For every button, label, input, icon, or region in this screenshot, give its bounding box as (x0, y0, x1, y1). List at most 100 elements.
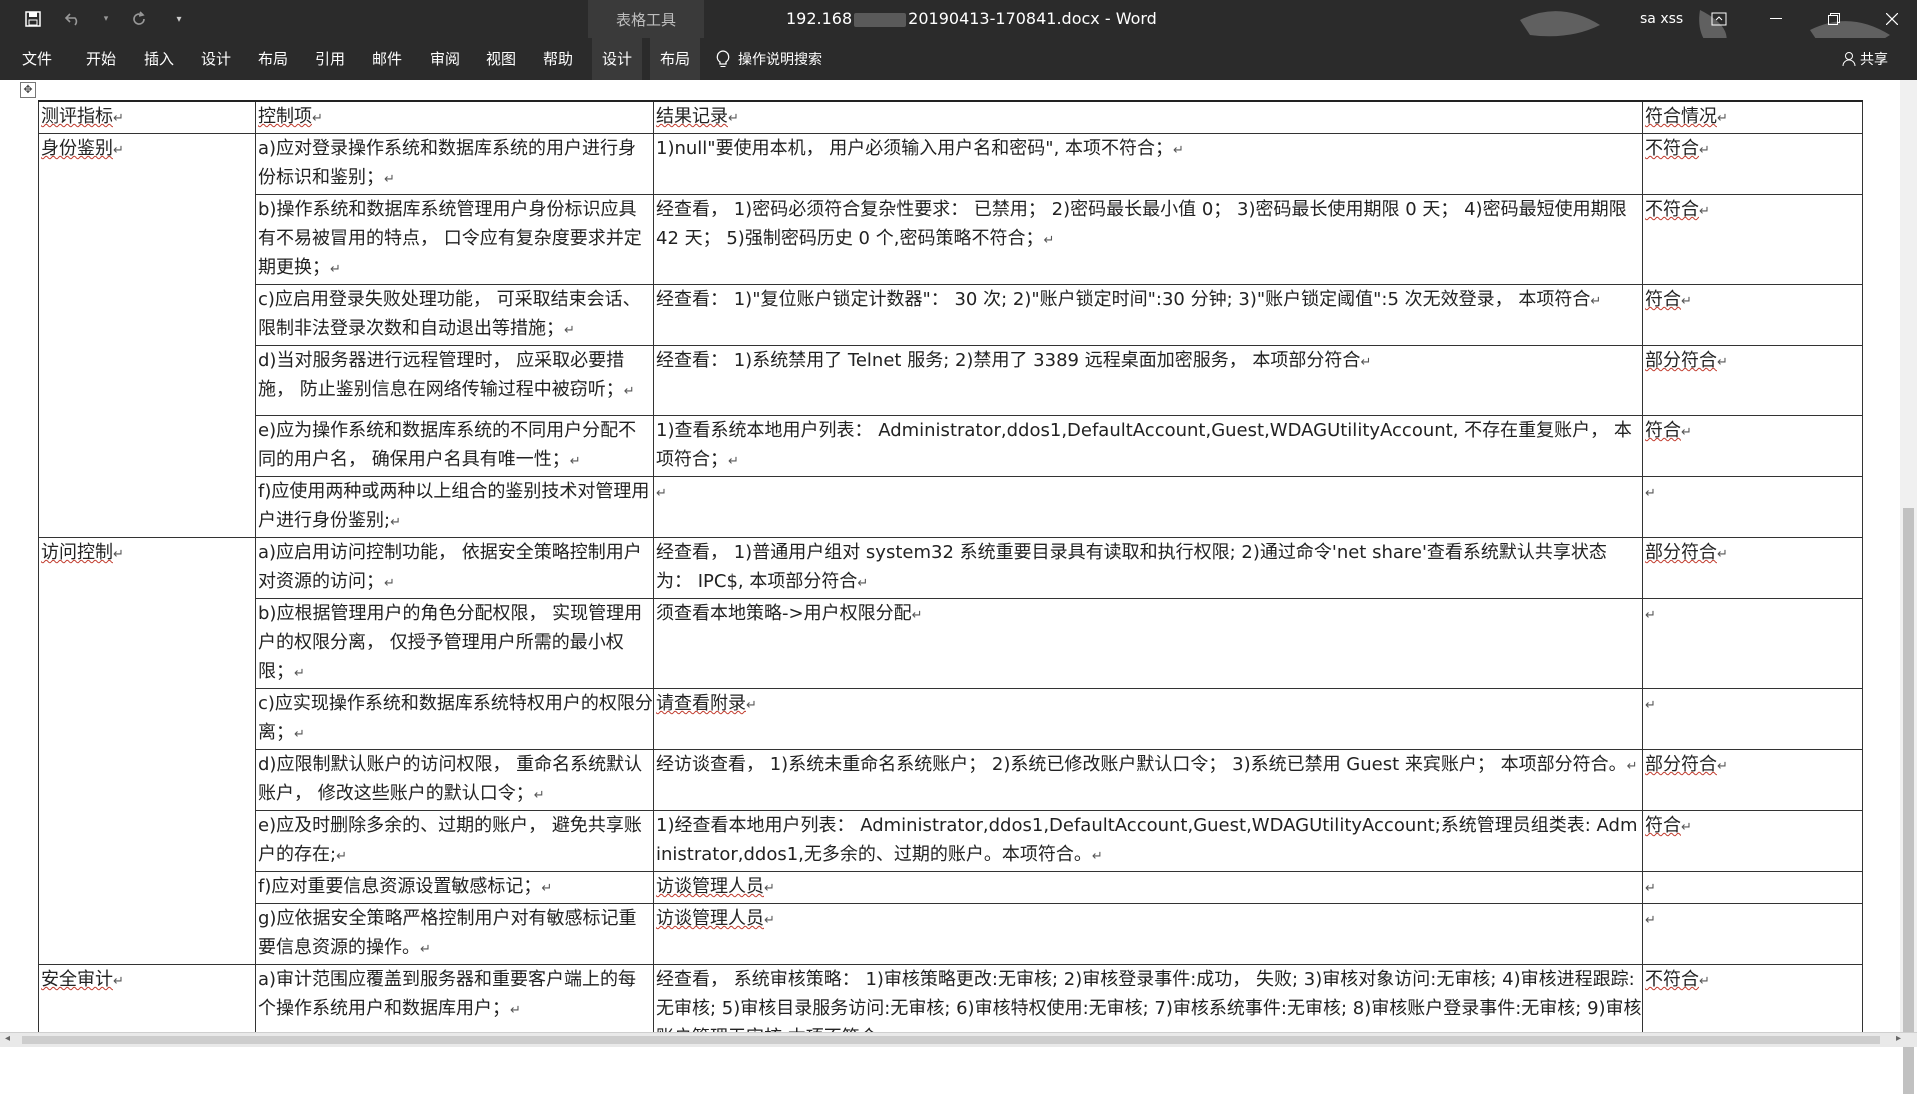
tab-references[interactable]: 引用 (315, 38, 345, 80)
category-cell[interactable]: 访问控制↵ (38, 537, 256, 965)
status-cell[interactable]: ↵ (1642, 688, 1863, 750)
category-cell-text: 访问控制 (41, 542, 113, 563)
result-cell[interactable]: 经查看： 1)"复位账户锁定计数器"： 30 次; 2)"账户锁定时间":30 … (653, 284, 1643, 346)
paragraph-mark-icon: ↵ (384, 576, 395, 591)
header-cell[interactable]: 测评指标↵ (38, 100, 256, 134)
tab-file[interactable]: 文件 (22, 38, 52, 80)
result-cell[interactable]: 1)null"要使用本机， 用户必须输入用户名和密码", 本项不符合；↵ (653, 133, 1643, 195)
control-cell[interactable]: f)应对重要信息资源设置敏感标记；↵ (255, 871, 654, 904)
vertical-scrollbar[interactable] (1900, 80, 1917, 1094)
tab-table-layout[interactable]: 布局 (650, 38, 701, 80)
tab-layout[interactable]: 布局 (258, 38, 288, 80)
status-cell[interactable]: 不符合↵ (1642, 194, 1863, 285)
status-cell[interactable]: ↵ (1642, 598, 1863, 689)
tab-home[interactable]: 开始 (86, 38, 116, 80)
undo-icon[interactable] (62, 8, 84, 30)
table-move-handle-icon[interactable]: ✥ (20, 82, 36, 98)
user-name[interactable]: sa xss (1640, 0, 1683, 38)
status-cell[interactable]: 不符合↵ (1642, 964, 1863, 1032)
result-cell[interactable]: 经查看， 1)普通用户组对 system32 系统重要目录具有读取和执行权限; … (653, 537, 1643, 599)
control-cell[interactable]: d)应限制默认账户的访问权限， 重命名系统默认账户， 修改这些账户的默认口令；↵ (255, 749, 654, 811)
control-cell-text: g)应依据安全策略严格控制用户对有敏感标记重要信息资源的操作。 (258, 908, 637, 958)
control-cell[interactable]: g)应依据安全策略严格控制用户对有敏感标记重要信息资源的操作。↵ (255, 903, 654, 965)
status-cell[interactable]: ↵ (1642, 903, 1863, 965)
status-cell[interactable]: 部分符合↵ (1642, 537, 1863, 599)
result-cell[interactable]: 经查看： 1)系统禁用了 Telnet 服务; 2)禁用了 3389 远程桌面加… (653, 345, 1643, 416)
control-cell[interactable]: b)操作系统和数据库系统管理用户身份标识应具有不易被冒用的特点， 口令应有复杂度… (255, 194, 654, 285)
result-cell[interactable]: 须查看本地策略->用户权限分配↵ (653, 598, 1643, 689)
result-cell[interactable]: 经查看， 1)密码必须符合复杂性要求： 已禁用； 2)密码最长最小值 0； 3)… (653, 194, 1643, 285)
category-cell[interactable]: 身份鉴别↵ (38, 133, 256, 538)
status-cell[interactable]: 部分符合↵ (1642, 749, 1863, 811)
category-cell-text: 身份鉴别 (41, 138, 113, 159)
status-cell[interactable]: ↵ (1642, 476, 1863, 538)
table-row: f)应使用两种或两种以上组合的鉴别技术对管理用户进行身份鉴别;↵ ↵ ↵ (39, 476, 1863, 538)
control-cell[interactable]: b)应根据管理用户的角色分配权限， 实现管理用户的权限分离， 仅授予管理用户所需… (255, 598, 654, 689)
redo-icon[interactable] (128, 8, 150, 30)
header-cell[interactable]: 控制项↵ (255, 100, 654, 134)
category-cell-text: 安全审计 (41, 969, 113, 990)
undo-dropdown-icon[interactable]: ▾ (102, 8, 110, 30)
scroll-left-icon[interactable]: ◂ (5, 1033, 10, 1044)
control-cell[interactable]: a)应对登录操作系统和数据库系统的用户进行身份标识和鉴别；↵ (255, 133, 654, 195)
result-cell[interactable]: 请查看附录↵ (653, 688, 1643, 750)
control-cell-text: a)应启用访问控制功能， 依据安全策略控制用户对资源的访问； (258, 542, 642, 592)
control-cell-text: a)应对登录操作系统和数据库系统的用户进行身份标识和鉴别； (258, 138, 637, 188)
tab-review[interactable]: 审阅 (430, 38, 460, 80)
result-cell[interactable]: 1)经查看本地用户列表： Administrator,ddos1,Default… (653, 810, 1643, 872)
control-cell[interactable]: a)审计范围应覆盖到服务器和重要客户端上的每个操作系统用户和数据库用户；↵ (255, 964, 654, 1032)
tab-mailings[interactable]: 邮件 (372, 38, 402, 80)
close-icon[interactable] (1868, 0, 1916, 38)
tab-help[interactable]: 帮助 (543, 38, 573, 80)
status-cell[interactable]: 符合↵ (1642, 810, 1863, 872)
control-cell[interactable]: a)应启用访问控制功能， 依据安全策略控制用户对资源的访问；↵ (255, 537, 654, 599)
category-cell[interactable]: 安全审计↵ (38, 964, 256, 1032)
paragraph-mark-icon: ↵ (911, 608, 923, 623)
result-cell-text: 1)查看系统本地用户列表： Administrator,ddos1,Defaul… (656, 420, 1632, 470)
tell-me-search[interactable]: 操作说明搜索 (716, 38, 822, 80)
result-cell[interactable]: 1)查看系统本地用户列表： Administrator,ddos1,Defaul… (653, 415, 1643, 477)
header-cell[interactable]: 符合情况↵ (1642, 100, 1863, 134)
status-cell[interactable]: 不符合↵ (1642, 133, 1863, 195)
ribbon-display-options-icon[interactable] (1695, 0, 1743, 38)
status-cell[interactable]: 符合↵ (1642, 284, 1863, 346)
paragraph-mark-icon: ↵ (336, 849, 347, 864)
minimize-icon[interactable] (1752, 0, 1800, 38)
quick-access-toolbar: ▾ ▾ (22, 8, 190, 30)
tab-design[interactable]: 设计 (201, 38, 231, 80)
result-cell-text: 经查看， 1)普通用户组对 system32 系统重要目录具有读取和执行权限; … (656, 542, 1607, 592)
result-cell[interactable]: 访谈管理人员↵ (653, 871, 1643, 904)
scroll-right-icon[interactable]: ▸ (1896, 1033, 1901, 1044)
paragraph-mark-icon: ↵ (330, 262, 341, 277)
status-cell[interactable]: 部分符合↵ (1642, 345, 1863, 416)
control-cell[interactable]: c)应实现操作系统和数据库系统特权用户的权限分离；↵ (255, 688, 654, 750)
status-cell[interactable]: ↵ (1642, 871, 1863, 904)
lightbulb-icon (716, 50, 730, 67)
result-cell[interactable]: ↵ (653, 476, 1643, 538)
restore-icon[interactable] (1810, 0, 1858, 38)
control-cell[interactable]: d)当对服务器进行远程管理时， 应采取必要措施， 防止鉴别信息在网络传输过程中被… (255, 345, 654, 416)
control-cell[interactable]: e)应及时删除多余的、过期的账户， 避免共享账户的存在;↵ (255, 810, 654, 872)
result-cell[interactable]: 访谈管理人员↵ (653, 903, 1643, 965)
status-cell[interactable]: 符合↵ (1642, 415, 1863, 477)
document-canvas[interactable]: ✥ 测评指标↵ 控制项↵ 结果记录↵ 符合情况↵ 身份鉴别↵ a)应对登录操作系统和数据库… (0, 80, 1900, 1032)
control-cell[interactable]: c)应启用登录失败处理功能， 可采取结束会话、限制非法登录次数和自动退出等措施；… (255, 284, 654, 346)
tab-insert[interactable]: 插入 (144, 38, 174, 80)
document-title: 192.168 20190413-170841.docx - Word (786, 0, 1157, 38)
tab-view[interactable]: 视图 (486, 38, 516, 80)
paragraph-mark-icon: ↵ (1645, 608, 1656, 623)
result-cell[interactable]: 经查看， 系统审核策略： 1)审核策略更改:无审核; 2)审核登录事件:成功， … (653, 964, 1643, 1032)
save-icon[interactable] (22, 8, 44, 30)
vertical-scroll-thumb[interactable] (1903, 508, 1914, 1094)
customize-toolbar-icon[interactable]: ▾ (168, 8, 190, 30)
control-cell[interactable]: e)应为操作系统和数据库系统的不同用户分配不同的用户名， 确保用户名具有唯一性；… (255, 415, 654, 477)
horizontal-scrollbar[interactable]: ◂ ▸ (0, 1032, 1917, 1047)
status-cell-text: 不符合 (1645, 138, 1699, 159)
header-cell[interactable]: 结果记录↵ (653, 100, 1643, 134)
result-cell[interactable]: 经访谈查看， 1)系统未重命名系统账户； 2)系统已修改账户默认口令； 3)系统… (653, 749, 1643, 811)
share-button[interactable]: 共享 (1842, 38, 1888, 80)
tab-table-design[interactable]: 设计 (592, 38, 643, 80)
control-cell[interactable]: f)应使用两种或两种以上组合的鉴别技术对管理用户进行身份鉴别;↵ (255, 476, 654, 538)
horizontal-scroll-thumb[interactable] (22, 1036, 1880, 1044)
paragraph-mark-icon: ↵ (113, 111, 124, 126)
